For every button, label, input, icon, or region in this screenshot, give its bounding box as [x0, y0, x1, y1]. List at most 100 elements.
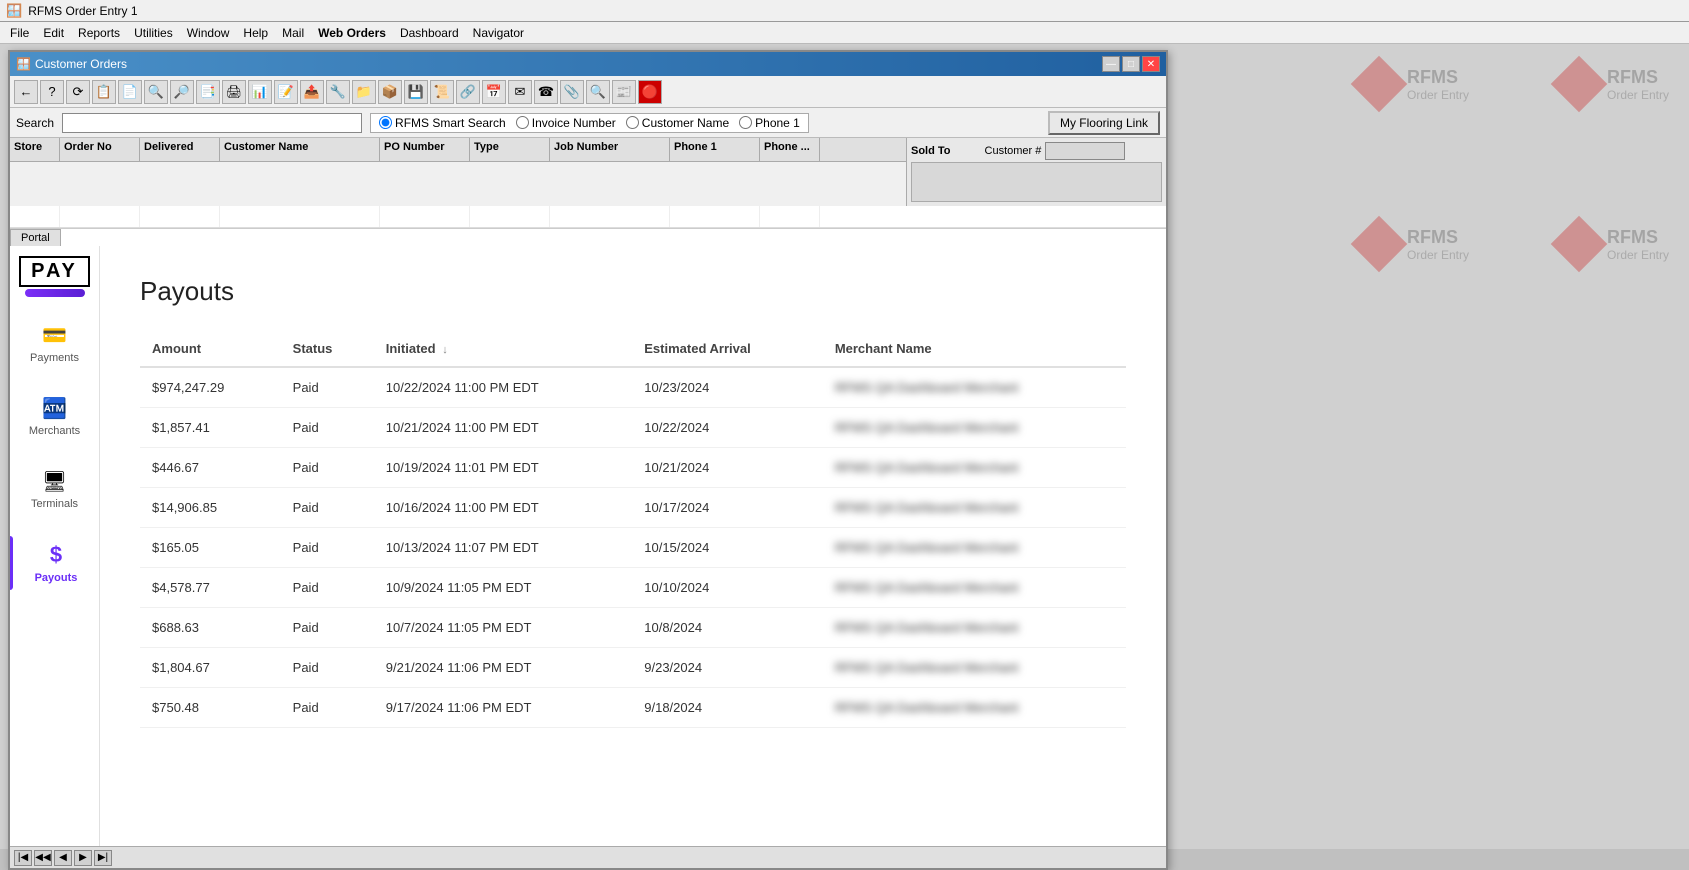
- col-phone1: Phone 1: [670, 138, 760, 161]
- window-title: 🪟 Customer Orders: [16, 57, 127, 71]
- cell-amount-2: $446.67: [140, 448, 281, 488]
- cell-arrival-3: 10/17/2024: [632, 488, 823, 528]
- table-row[interactable]: $688.63 Paid 10/7/2024 11:05 PM EDT 10/8…: [140, 608, 1126, 648]
- search-button[interactable]: 🔍: [144, 80, 168, 104]
- rfms-brand-2: RFMS Order Entry: [1359, 64, 1469, 104]
- nav-prev[interactable]: ◀: [54, 850, 72, 866]
- sidebar-item-terminals[interactable]: 🖥 Terminals: [20, 463, 90, 516]
- table-row[interactable]: $446.67 Paid 10/19/2024 11:01 PM EDT 10/…: [140, 448, 1126, 488]
- col-ponumber: PO Number: [380, 138, 470, 161]
- tool11[interactable]: ☎: [534, 80, 558, 104]
- menu-weborders[interactable]: Web Orders: [312, 24, 392, 42]
- tool1[interactable]: 📝: [274, 80, 298, 104]
- nav-prev-page[interactable]: ◀◀: [34, 850, 52, 866]
- menu-utilities[interactable]: Utilities: [128, 24, 179, 42]
- copy-button[interactable]: 📄: [118, 80, 142, 104]
- tool15[interactable]: 🔴: [638, 80, 662, 104]
- portal-tab[interactable]: Portal: [10, 229, 61, 246]
- tool4[interactable]: 📁: [352, 80, 376, 104]
- order-cell-phone2: [760, 206, 820, 227]
- menu-edit[interactable]: Edit: [37, 24, 70, 42]
- search-label: Search: [16, 116, 54, 130]
- radio-rfms-smart[interactable]: RFMS Smart Search: [379, 116, 506, 130]
- cell-status-6: Paid: [281, 608, 374, 648]
- new-button[interactable]: 📋: [92, 80, 116, 104]
- report-button[interactable]: 📊: [248, 80, 272, 104]
- tool9[interactable]: 📅: [482, 80, 506, 104]
- tool10[interactable]: ✉: [508, 80, 532, 104]
- rfms-brand-1: RFMS Order Entry: [1559, 64, 1669, 104]
- doc-button[interactable]: 📑: [196, 80, 220, 104]
- cell-merchant-6: RFMS QA Dashboard Merchant: [823, 608, 1126, 648]
- table-row[interactable]: $1,804.67 Paid 9/21/2024 11:06 PM EDT 9/…: [140, 648, 1126, 688]
- cell-merchant-5: RFMS QA Dashboard Merchant: [823, 568, 1126, 608]
- sidebar-item-payments[interactable]: 💳 Payments: [20, 317, 90, 370]
- menu-reports[interactable]: Reports: [72, 24, 126, 42]
- help-button[interactable]: ?: [40, 80, 64, 104]
- nav-last[interactable]: ▶|: [94, 850, 112, 866]
- th-amount[interactable]: Amount: [140, 331, 281, 367]
- tool6[interactable]: 💾: [404, 80, 428, 104]
- tool7[interactable]: 📜: [430, 80, 454, 104]
- sort-icon: ↓: [442, 344, 448, 356]
- table-row[interactable]: $165.05 Paid 10/13/2024 11:07 PM EDT 10/…: [140, 528, 1126, 568]
- tool5[interactable]: 📦: [378, 80, 402, 104]
- cell-merchant-4: RFMS QA Dashboard Merchant: [823, 528, 1126, 568]
- tool3[interactable]: 🔧: [326, 80, 350, 104]
- th-merchant[interactable]: Merchant Name: [823, 331, 1126, 367]
- sidebar-item-merchants[interactable]: 🏧 Merchants: [20, 390, 90, 443]
- tool8[interactable]: 🔗: [456, 80, 480, 104]
- refresh-button[interactable]: ⟳: [66, 80, 90, 104]
- radio-phone[interactable]: Phone 1: [739, 116, 800, 130]
- zoom-button[interactable]: 🔎: [170, 80, 194, 104]
- order-cell-po: [380, 206, 470, 227]
- th-status[interactable]: Status: [281, 331, 374, 367]
- table-row[interactable]: $4,578.77 Paid 10/9/2024 11:05 PM EDT 10…: [140, 568, 1126, 608]
- print-button[interactable]: 🖨: [222, 80, 246, 104]
- flooring-link-button[interactable]: My Flooring Link: [1048, 111, 1160, 135]
- nav-first[interactable]: |◀: [14, 850, 32, 866]
- menu-navigator[interactable]: Navigator: [467, 24, 530, 42]
- table-row[interactable]: $974,247.29 Paid 10/22/2024 11:00 PM EDT…: [140, 367, 1126, 408]
- cell-initiated-6: 10/7/2024 11:05 PM EDT: [374, 608, 633, 648]
- tool12[interactable]: 📎: [560, 80, 584, 104]
- menu-mail[interactable]: Mail: [276, 24, 310, 42]
- menu-window[interactable]: Window: [181, 24, 236, 42]
- menu-help[interactable]: Help: [237, 24, 274, 42]
- menu-bar: File Edit Reports Utilities Window Help …: [0, 22, 1689, 44]
- pay-sidebar: PAY 💳 Payments 🏧 Merchants 🖥 Terminals $: [10, 246, 100, 846]
- app-title-bar: 🪟 RFMS Order Entry 1: [0, 0, 1689, 22]
- tool2[interactable]: 📤: [300, 80, 324, 104]
- cell-initiated-1: 10/21/2024 11:00 PM EDT: [374, 408, 633, 448]
- radio-invoice[interactable]: Invoice Number: [516, 116, 616, 130]
- close-button[interactable]: ✕: [1142, 56, 1160, 72]
- merchants-icon: 🏧: [42, 396, 67, 421]
- th-estimated[interactable]: Estimated Arrival: [632, 331, 823, 367]
- minimize-button[interactable]: —: [1102, 56, 1120, 72]
- tool14[interactable]: 📰: [612, 80, 636, 104]
- th-initiated[interactable]: Initiated ↓: [374, 331, 633, 367]
- cell-arrival-0: 10/23/2024: [632, 367, 823, 408]
- menu-dashboard[interactable]: Dashboard: [394, 24, 465, 42]
- nav-next[interactable]: ▶: [74, 850, 92, 866]
- cell-initiated-2: 10/19/2024 11:01 PM EDT: [374, 448, 633, 488]
- radio-customer[interactable]: Customer Name: [626, 116, 729, 130]
- cell-status-8: Paid: [281, 688, 374, 728]
- window-controls: — □ ✕: [1102, 56, 1160, 72]
- sold-to-label: Sold To: [911, 145, 951, 157]
- tool13[interactable]: 🔍: [586, 80, 610, 104]
- menu-file[interactable]: File: [4, 24, 35, 42]
- search-input[interactable]: [62, 113, 362, 133]
- table-row[interactable]: $14,906.85 Paid 10/16/2024 11:00 PM EDT …: [140, 488, 1126, 528]
- order-cell-job: [550, 206, 670, 227]
- order-cell-orderno: [60, 206, 140, 227]
- cell-status-3: Paid: [281, 488, 374, 528]
- back-button[interactable]: ←: [14, 80, 38, 104]
- toolbar: ← ? ⟳ 📋 📄 🔍 🔎 📑 🖨 📊 📝 📤 🔧 📁 📦 💾 📜 🔗 📅 ✉ …: [10, 76, 1166, 108]
- customer-number-input[interactable]: [1045, 142, 1125, 160]
- table-row[interactable]: $750.48 Paid 9/17/2024 11:06 PM EDT 9/18…: [140, 688, 1126, 728]
- terminals-icon: 🖥: [42, 469, 67, 494]
- table-row[interactable]: $1,857.41 Paid 10/21/2024 11:00 PM EDT 1…: [140, 408, 1126, 448]
- maximize-button[interactable]: □: [1122, 56, 1140, 72]
- sidebar-item-payouts[interactable]: $ Payouts: [13, 536, 99, 590]
